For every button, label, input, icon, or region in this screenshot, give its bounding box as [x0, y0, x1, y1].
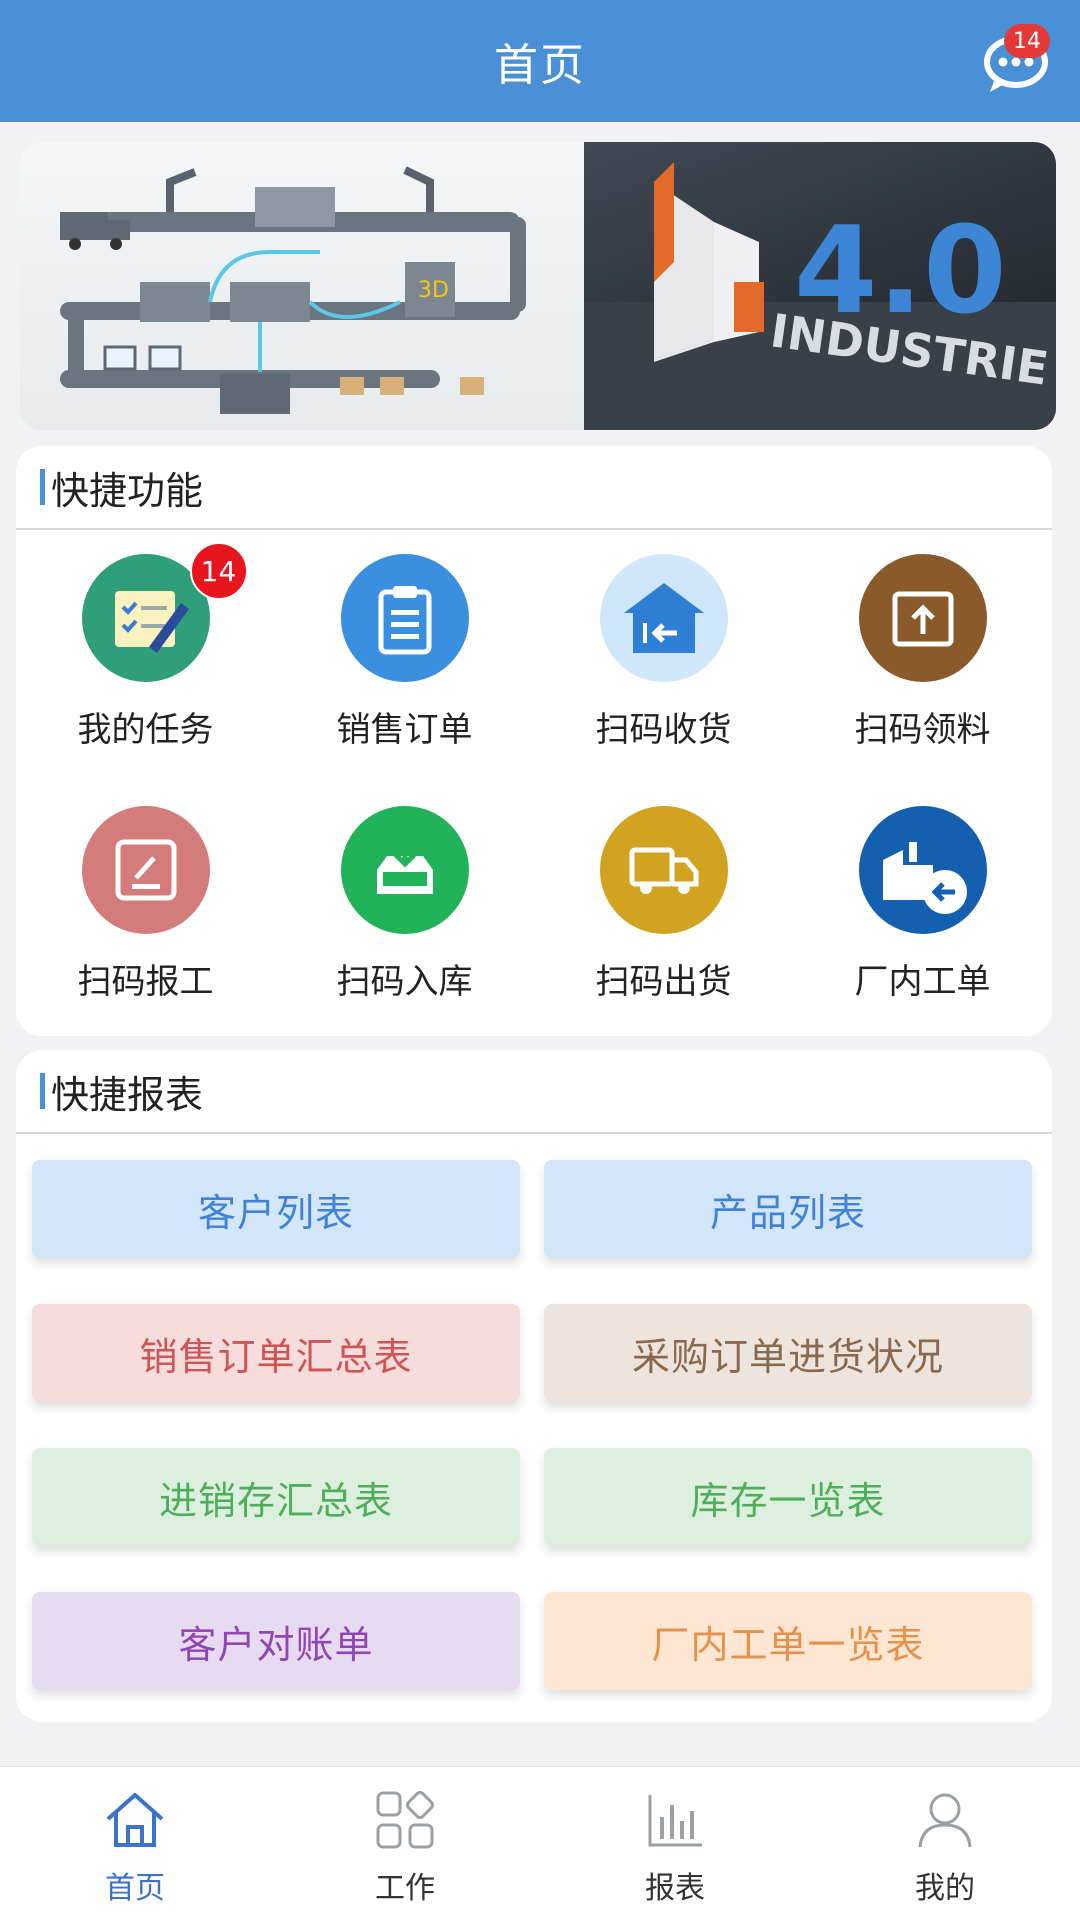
- report-edit-icon: [81, 806, 210, 934]
- quick-item-label: 扫码出货: [595, 962, 732, 1002]
- page-title: 首页: [494, 40, 586, 91]
- user-icon: [918, 1793, 972, 1848]
- clipboard-icon: [340, 554, 469, 682]
- task-count-badge: 14: [189, 542, 248, 600]
- quick-item-label: 销售订单: [336, 710, 473, 750]
- quick-item-label: 扫码入库: [336, 962, 473, 1002]
- warehouse-receive-icon: [599, 554, 728, 682]
- quick-item-scan-pick[interactable]: 扫码领料: [793, 554, 1052, 806]
- section-accent-bar: [40, 1073, 45, 1109]
- quick-item-scan-receive[interactable]: 扫码收货: [534, 554, 793, 806]
- factory-return-icon: [858, 806, 987, 934]
- quick-item-scan-report-work[interactable]: 扫码报工: [16, 806, 275, 1058]
- task-list-icon: 14: [81, 542, 248, 682]
- quick-functions-title: 快捷功能: [51, 468, 204, 513]
- quick-reports-grid: 客户列表 产品列表 销售订单汇总表 采购订单进货状况 进销存汇总表 库存一览表 …: [16, 1134, 1052, 1690]
- messages-button[interactable]: 14: [982, 24, 1054, 96]
- tab-label: 工作: [375, 1871, 435, 1906]
- factory-automation-illustration: 3D: [20, 142, 584, 430]
- quick-item-factory-work-order[interactable]: 厂内工单: [793, 806, 1052, 1058]
- truck-icon: [599, 806, 728, 934]
- report-purchase-order-status-button[interactable]: 采购订单进货状况: [544, 1304, 1032, 1402]
- svg-text:3D: 3D: [418, 278, 449, 303]
- tab-label: 首页: [105, 1871, 165, 1906]
- bar-chart-icon: [648, 1795, 702, 1847]
- report-customer-statement-button[interactable]: 客户对账单: [32, 1592, 520, 1690]
- report-customer-list-button[interactable]: 客户列表: [32, 1160, 520, 1258]
- quick-reports-header: 快捷报表: [16, 1050, 1052, 1134]
- tab-home[interactable]: 首页: [0, 1767, 270, 1920]
- tab-label: 报表: [645, 1871, 705, 1906]
- quick-item-label: 厂内工单: [854, 962, 991, 1002]
- industrie-4-0-photo: 4.0 INDUSTRIE: [584, 142, 1056, 430]
- tab-mine[interactable]: 我的: [810, 1767, 1080, 1920]
- report-stock-overview-button[interactable]: 库存一览表: [544, 1448, 1032, 1546]
- top-app-bar: 首页 14: [0, 0, 1080, 122]
- quick-reports-card: 快捷报表 客户列表 产品列表 销售订单汇总表 采购订单进货状况 进销存汇总表 库…: [16, 1050, 1052, 1722]
- quick-item-sales-order[interactable]: 销售订单: [275, 554, 534, 806]
- report-product-list-button[interactable]: 产品列表: [544, 1160, 1032, 1258]
- quick-functions-grid: 14 我的任务 销售订单 扫码收货 扫码领料 扫码报工 扫码入库 扫码出货 厂内…: [16, 530, 1052, 1058]
- quick-item-label: 扫码领料: [854, 710, 991, 750]
- tab-work[interactable]: 工作: [270, 1767, 540, 1920]
- report-factory-work-order-overview-button[interactable]: 厂内工单一览表: [544, 1592, 1032, 1690]
- grid-apps-icon: [376, 1791, 434, 1849]
- quick-item-label: 我的任务: [77, 710, 214, 750]
- section-accent-bar: [40, 469, 45, 505]
- tab-label: 我的: [915, 1871, 975, 1906]
- report-sales-order-summary-button[interactable]: 销售订单汇总表: [32, 1304, 520, 1402]
- bottom-tab-bar: 首页 工作 报表 我的: [0, 1766, 1080, 1920]
- quick-functions-card: 快捷功能 14 我的任务 销售订单 扫码收货 扫码领料 扫码报工 扫码入库 扫码…: [16, 446, 1052, 1036]
- quick-item-my-tasks[interactable]: 14 我的任务: [16, 542, 275, 806]
- banner-carousel[interactable]: 3D 4.0 INDUSTRIE: [20, 142, 1056, 430]
- tab-reports[interactable]: 报表: [540, 1767, 810, 1920]
- quick-functions-header: 快捷功能: [16, 446, 1052, 530]
- quick-reports-title: 快捷报表: [51, 1072, 204, 1117]
- quick-item-scan-ship[interactable]: 扫码出货: [534, 806, 793, 1058]
- home-icon: [106, 1793, 164, 1847]
- report-inventory-flow-summary-button[interactable]: 进销存汇总表: [32, 1448, 520, 1546]
- quick-item-label: 扫码报工: [77, 962, 214, 1002]
- inbox-download-icon: [340, 806, 469, 934]
- quick-item-scan-inbound[interactable]: 扫码入库: [275, 806, 534, 1058]
- message-count-badge: 14: [1004, 24, 1050, 58]
- box-upload-icon: [858, 554, 987, 682]
- quick-item-label: 扫码收货: [595, 710, 732, 750]
